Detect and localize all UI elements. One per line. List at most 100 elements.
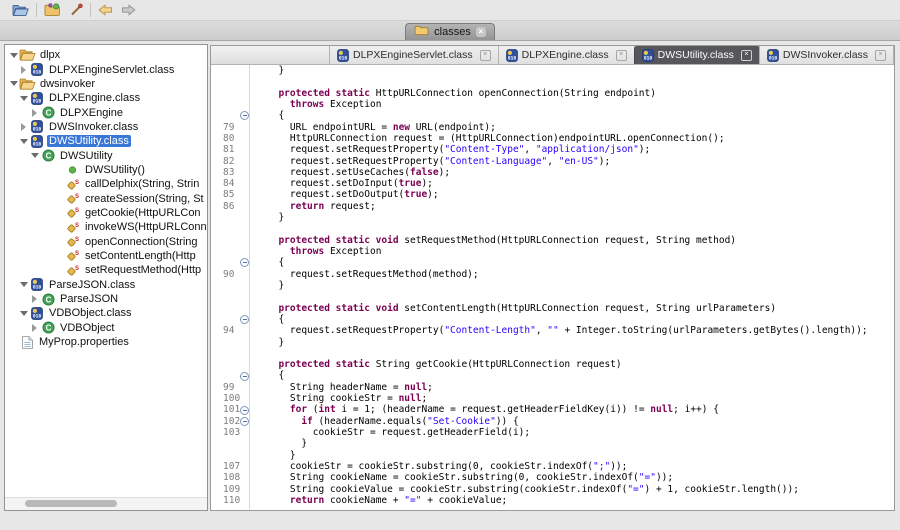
- gutter: 102: [211, 416, 261, 427]
- tree-item[interactable]: ScreateSession(String, St: [5, 191, 207, 205]
- expand-down-icon[interactable]: [18, 96, 29, 101]
- back-button[interactable]: [98, 4, 113, 16]
- editor-tab[interactable]: 010DWSUtility.class×: [634, 46, 760, 64]
- window-tab-label: classes: [434, 26, 471, 38]
- tree-item[interactable]: CParseJSON: [5, 292, 207, 306]
- close-icon[interactable]: ×: [476, 27, 486, 37]
- gutter-separator: [249, 65, 250, 510]
- code-line: protected static void setRequestMethod(H…: [211, 235, 894, 246]
- method-static-icon: S: [65, 249, 81, 262]
- tree-item[interactable]: ScallDelphix(String, Strin: [5, 177, 207, 191]
- line-number: 85: [223, 189, 240, 200]
- tree-item[interactable]: SsetRequestMethod(Http: [5, 263, 207, 277]
- expand-right-icon[interactable]: [18, 123, 29, 131]
- tree-item[interactable]: 010VDBObject.class: [5, 306, 207, 320]
- tree-item[interactable]: SopenConnection(String: [5, 234, 207, 248]
- code-line: }: [211, 280, 894, 291]
- svg-text:S: S: [75, 237, 79, 243]
- gutter: [211, 337, 261, 348]
- tree-item[interactable]: 010DLPXEngine.class: [5, 91, 207, 105]
- tree-horizontal-scrollbar[interactable]: [5, 497, 207, 510]
- tree-item[interactable]: CDWSUtility: [5, 148, 207, 162]
- editor-tab[interactable]: 010DLPXEngine.class×: [498, 46, 635, 64]
- tree-item[interactable]: dwsinvoker: [5, 77, 207, 91]
- gutter: [211, 223, 261, 234]
- close-icon[interactable]: ×: [616, 50, 627, 61]
- editor-tab[interactable]: 010DLPXEngineServlet.class×: [329, 46, 499, 64]
- gutter: [211, 235, 261, 246]
- fold-collapse-icon[interactable]: [240, 372, 249, 381]
- open-type-button[interactable]: [44, 3, 61, 17]
- tree-item[interactable]: 010ParseJSON.class: [5, 278, 207, 292]
- expand-right-icon[interactable]: [29, 295, 40, 303]
- expand-down-icon[interactable]: [29, 153, 40, 158]
- gutter: 83: [211, 167, 261, 178]
- expand-down-icon[interactable]: [18, 282, 29, 287]
- line-number: 94: [223, 325, 240, 336]
- fold-collapse-icon[interactable]: [240, 258, 249, 267]
- line-number: 84: [223, 178, 240, 189]
- package-tree: dlpx010DLPXEngineServlet.class dwsinvoker…: [5, 48, 207, 497]
- expand-down-icon[interactable]: [8, 53, 19, 58]
- gutter: 103: [211, 427, 261, 438]
- gutter: 85: [211, 189, 261, 200]
- line-number: 103: [223, 427, 240, 438]
- svg-text:010: 010: [508, 55, 517, 61]
- code-view[interactable]: } protected static HttpURLConnection ope…: [211, 65, 894, 510]
- code-line: 81 request.setRequestProperty("Content-T…: [211, 144, 894, 155]
- tree-item[interactable]: 010DWSInvoker.class: [5, 120, 207, 134]
- close-icon[interactable]: ×: [480, 50, 491, 61]
- fold-collapse-icon[interactable]: [240, 417, 249, 426]
- code-text: cookieStr = request.getHeaderField(i);: [261, 427, 530, 438]
- tree-item[interactable]: MyProp.properties: [5, 335, 207, 349]
- code-line: 90 request.setRequestMethod(method);: [211, 269, 894, 280]
- forward-button[interactable]: [121, 4, 136, 16]
- code-line: {: [211, 257, 894, 268]
- code-text: {: [261, 370, 284, 381]
- editor-tab[interactable]: 010DWSInvoker.class×: [759, 46, 894, 64]
- code-text: URL endpointURL = new URL(endpoint);: [261, 122, 496, 133]
- fold-collapse-icon[interactable]: [240, 111, 249, 120]
- gutter: [211, 438, 261, 449]
- tree-item[interactable]: 010DLPXEngineServlet.class: [5, 62, 207, 76]
- gutter: 110: [211, 495, 261, 506]
- tree-item-label: dwsinvoker: [38, 78, 97, 90]
- gutter: 79: [211, 122, 261, 133]
- expand-down-icon[interactable]: [18, 139, 29, 144]
- gutter: 90: [211, 269, 261, 280]
- code-line: 82 request.setRequestProperty("Content-L…: [211, 156, 894, 167]
- expand-right-icon[interactable]: [29, 109, 40, 117]
- tree-item[interactable]: CVDBObject: [5, 321, 207, 335]
- expand-right-icon[interactable]: [18, 66, 29, 74]
- expand-down-icon[interactable]: [18, 311, 29, 316]
- svg-text:S: S: [75, 208, 79, 214]
- tree-item[interactable]: dlpx: [5, 48, 207, 62]
- code-text: request.setRequestProperty("Content-Leng…: [261, 325, 868, 336]
- svg-text:010: 010: [33, 98, 42, 104]
- close-icon[interactable]: ×: [741, 50, 752, 61]
- tree-item[interactable]: SsetContentLength(Http: [5, 249, 207, 263]
- close-icon[interactable]: ×: [875, 50, 886, 61]
- scrollbar-thumb[interactable]: [25, 500, 117, 507]
- line-number: 82: [223, 156, 240, 167]
- tree-item[interactable]: SinvokeWS(HttpURLConn: [5, 220, 207, 234]
- tree-item[interactable]: DWSUtility(): [5, 163, 207, 177]
- tree-item[interactable]: SgetCookie(HttpURLCon: [5, 206, 207, 220]
- code-text: throws Exception: [261, 99, 381, 110]
- tree-item[interactable]: 010DWSUtility.class: [5, 134, 207, 148]
- code-text: for (int i = 1; (headerName = request.ge…: [261, 404, 719, 415]
- open-file-button[interactable]: [12, 4, 29, 17]
- tree-item[interactable]: CDLPXEngine: [5, 105, 207, 119]
- search-button[interactable]: [69, 3, 83, 17]
- code-text: }: [261, 280, 284, 291]
- expand-down-icon[interactable]: [8, 81, 19, 86]
- code-line: 101 for (int i = 1; (headerName = reques…: [211, 404, 894, 415]
- window-tab-classes[interactable]: classes ×: [405, 23, 495, 40]
- tree-item-label: getCookie(HttpURLCon: [83, 207, 203, 219]
- code-line: protected static String getCookie(HttpUR…: [211, 359, 894, 370]
- expand-right-icon[interactable]: [29, 324, 40, 332]
- method-static-icon: S: [65, 235, 81, 248]
- fold-collapse-icon[interactable]: [240, 406, 249, 415]
- fold-collapse-icon[interactable]: [240, 315, 249, 324]
- gutter: 99: [211, 382, 261, 393]
